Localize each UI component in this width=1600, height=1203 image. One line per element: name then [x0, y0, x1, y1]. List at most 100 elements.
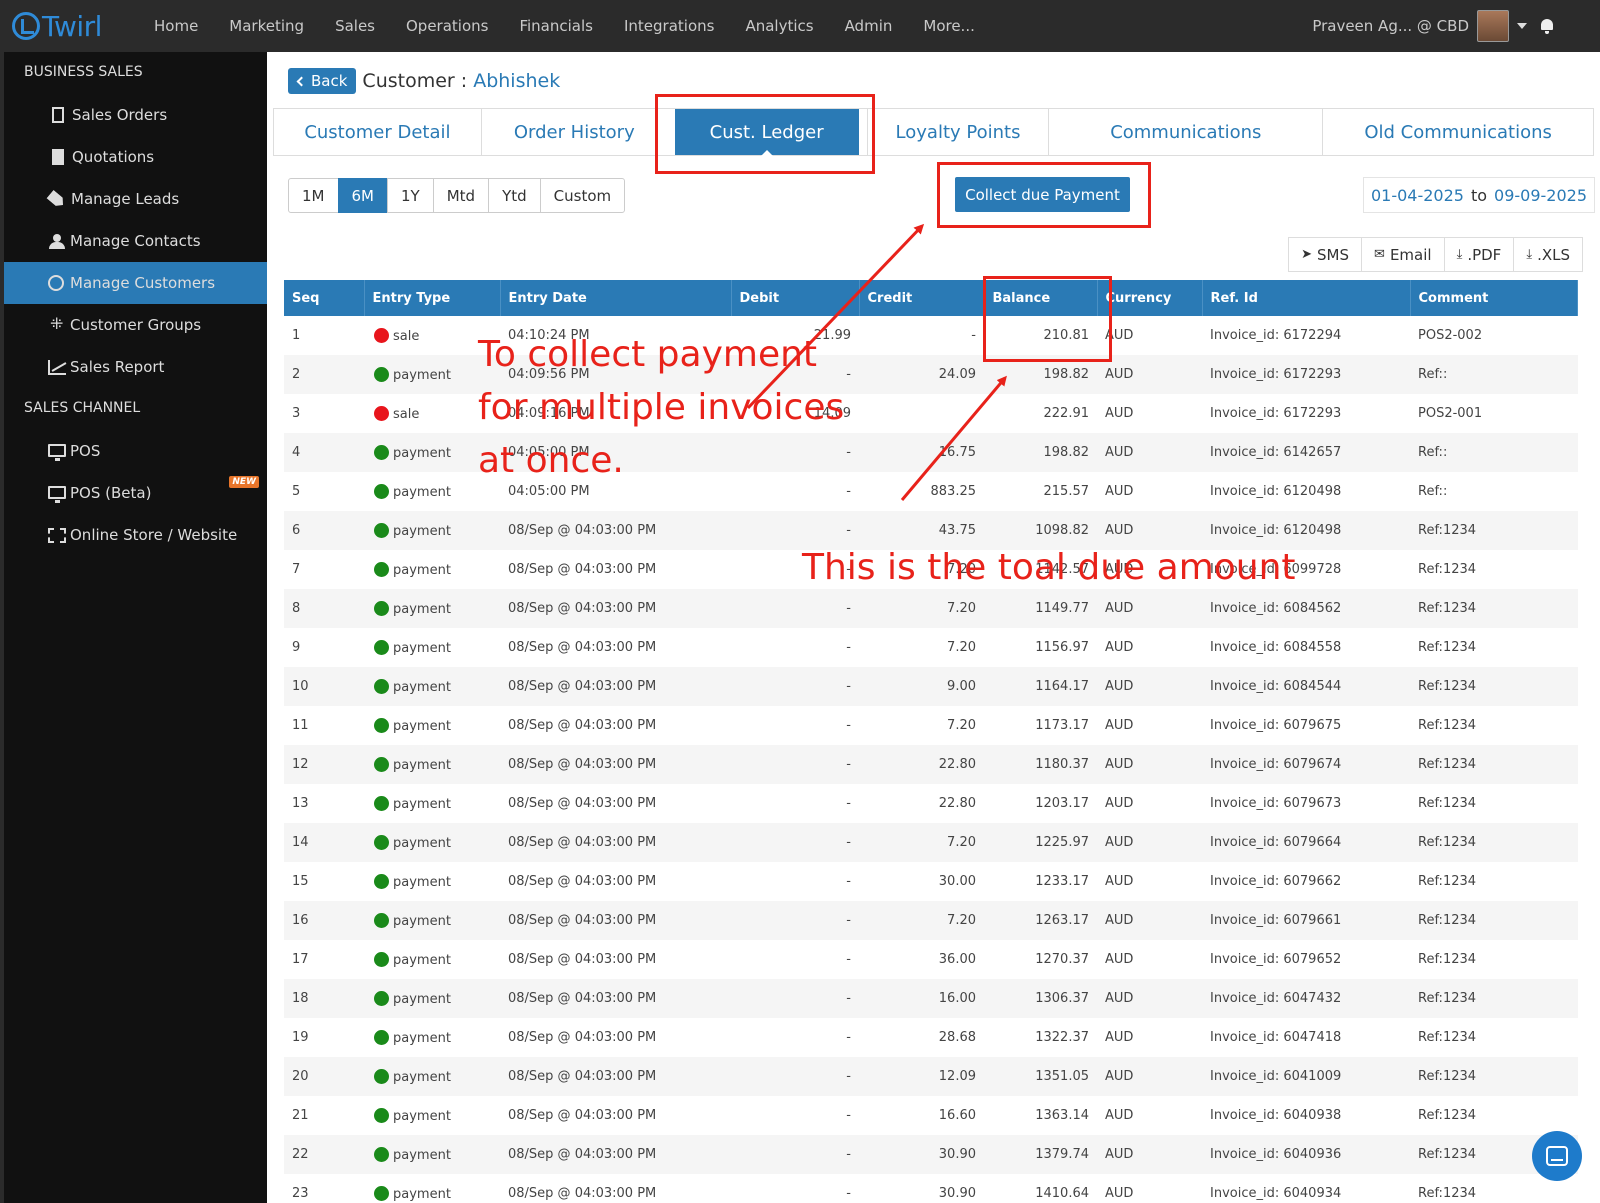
range-custom[interactable]: Custom	[539, 178, 626, 213]
table-row[interactable]: 16 payment 08/Sep @ 04:03:00 PM - 7.20 1263.1…	[284, 901, 1578, 940]
email-button[interactable]: ✉ Email	[1361, 237, 1445, 272]
nav-more[interactable]: More...	[923, 17, 975, 35]
range-1y[interactable]: 1Y	[387, 178, 434, 213]
nav-analytics[interactable]: Analytics	[745, 17, 813, 35]
table-row[interactable]: 13 payment 08/Sep @ 04:03:00 PM - 22.80 1203.…	[284, 784, 1578, 823]
cell-text: 12.09	[938, 1069, 976, 1084]
date-to[interactable]: 09-09-2025	[1494, 186, 1587, 205]
sidebar-item-manage-contacts[interactable]: Manage Contacts	[4, 220, 267, 262]
sidebar-item-pos[interactable]: POS	[4, 430, 267, 472]
main-nav: Home Marketing Sales Operations Financia…	[154, 17, 1006, 35]
table-row[interactable]: 22 payment 08/Sep @ 04:03:00 PM - 30.90 1379.…	[284, 1135, 1578, 1174]
nav-marketing[interactable]: Marketing	[229, 17, 304, 35]
table-row[interactable]: 19 payment 08/Sep @ 04:03:00 PM - 28.68 1322.…	[284, 1018, 1578, 1057]
sidebar-item-manage-customers[interactable]: Manage Customers	[4, 262, 267, 304]
cell-seq: 20	[284, 1057, 364, 1096]
cell-text: AUD	[1105, 1186, 1134, 1201]
nav-financials[interactable]: Financials	[519, 17, 593, 35]
col-credit[interactable]: Credit	[859, 280, 985, 316]
cell-currency: AUD	[1097, 589, 1202, 628]
col-currency[interactable]: Currency	[1097, 280, 1203, 316]
cell-text: payment	[393, 835, 451, 851]
cell-text: -	[846, 601, 851, 616]
cell-text: 1322.37	[1035, 1030, 1089, 1045]
cell-balance: 1410.64	[984, 1174, 1097, 1203]
tab-order-history[interactable]: Order History	[482, 109, 667, 155]
sidebar-item-online-store[interactable]: Online Store / Website	[4, 514, 267, 556]
table-row[interactable]: 20 payment 08/Sep @ 04:03:00 PM - 12.09 1351.…	[284, 1057, 1578, 1096]
table-row[interactable]: 23 payment 08/Sep @ 04:03:00 PM - 30.90 1410.…	[284, 1174, 1578, 1203]
sidebar-item-manage-leads[interactable]: Manage Leads	[4, 178, 267, 220]
col-entry-date[interactable]: Entry Date	[500, 280, 732, 316]
cell-balance: 1203.17	[984, 784, 1097, 823]
tab-old-communications[interactable]: Old Communications	[1323, 109, 1593, 155]
tab-communications[interactable]: Communications	[1049, 109, 1324, 155]
col-seq[interactable]: Seq	[284, 280, 365, 316]
cell-text: 16.75	[938, 445, 976, 460]
cell-text: payment	[393, 640, 451, 656]
cell-text: Invoice_id: 6040938	[1210, 1108, 1342, 1123]
cell-text: 08/Sep @ 04:03:00 PM	[508, 601, 657, 616]
cell-text: Invoice_id: 6079674	[1210, 757, 1342, 772]
cell-text: payment	[393, 991, 451, 1007]
table-row[interactable]: 8 payment 08/Sep @ 04:03:00 PM - 7.20 1149.77…	[284, 589, 1578, 628]
range-ytd[interactable]: Ytd	[488, 178, 541, 213]
user-name[interactable]: Praveen Ag... @ CBD	[1312, 17, 1469, 35]
nav-sales[interactable]: Sales	[335, 17, 375, 35]
col-entry-type[interactable]: Entry Type	[364, 280, 501, 316]
cell-entry-date: 08/Sep @ 04:03:00 PM	[500, 1057, 731, 1096]
sidebar-item-customer-groups[interactable]: Customer Groups	[4, 304, 267, 346]
sidebar-item-sales-report[interactable]: Sales Report	[4, 346, 267, 388]
table-row[interactable]: 9 payment 08/Sep @ 04:03:00 PM - 7.20 1156.97…	[284, 628, 1578, 667]
back-button[interactable]: Back	[288, 68, 357, 94]
app-logo[interactable]: Twirl	[12, 10, 132, 43]
bell-icon[interactable]	[1539, 17, 1555, 35]
chevron-down-icon[interactable]	[1517, 23, 1527, 29]
table-row[interactable]: 14 payment 08/Sep @ 04:03:00 PM - 7.20 1225.9…	[284, 823, 1578, 862]
range-mtd[interactable]: Mtd	[432, 178, 490, 213]
range-6m[interactable]: 6M	[337, 178, 388, 213]
range-1m[interactable]: 1M	[288, 178, 339, 213]
cell-comment: Ref:1234	[1410, 1018, 1578, 1057]
table-row[interactable]: 17 payment 08/Sep @ 04:03:00 PM - 36.00 1270.…	[284, 940, 1578, 979]
table-row[interactable]: 18 payment 08/Sep @ 04:03:00 PM - 16.00 1306.…	[284, 979, 1578, 1018]
col-debit[interactable]: Debit	[731, 280, 860, 316]
cell-text: -	[846, 796, 851, 811]
cell-text: AUD	[1105, 991, 1134, 1006]
chat-button[interactable]	[1532, 1131, 1582, 1181]
pdf-button[interactable]: ⤓ .PDF	[1443, 237, 1515, 272]
cell-text: Invoice_id: 6047432	[1210, 991, 1342, 1006]
table-row[interactable]: 15 payment 08/Sep @ 04:03:00 PM - 30.00 1233.…	[284, 862, 1578, 901]
sidebar-item-sales-orders[interactable]: Sales Orders	[4, 94, 267, 136]
avatar[interactable]	[1477, 10, 1509, 42]
cell-ref-id: Invoice_id: 6079662	[1202, 862, 1410, 901]
cell-credit: 7.20	[859, 589, 984, 628]
cell-entry-date: 08/Sep @ 04:03:00 PM	[500, 706, 731, 745]
table-row[interactable]: 11 payment 08/Sep @ 04:03:00 PM - 7.20 1173.1…	[284, 706, 1578, 745]
col-ref-id[interactable]: Ref. Id	[1202, 280, 1411, 316]
cell-text: Invoice_id: 6079673	[1210, 796, 1342, 811]
sidebar-item-quotations[interactable]: Quotations	[4, 136, 267, 178]
xls-button[interactable]: ⤓ .XLS	[1513, 237, 1583, 272]
tab-loyalty-points[interactable]: Loyalty Points	[866, 109, 1050, 155]
nav-home[interactable]: Home	[154, 17, 198, 35]
payment-status-dot-icon	[374, 1107, 389, 1123]
col-comment[interactable]: Comment	[1410, 280, 1578, 316]
cell-ref-id: Invoice_id: 6040934	[1202, 1174, 1410, 1203]
nav-operations[interactable]: Operations	[406, 17, 488, 35]
date-range-picker[interactable]: 01-04-2025 to 09-09-2025	[1362, 177, 1595, 213]
cell-text: 8	[292, 601, 301, 616]
sidebar-item-pos-beta[interactable]: POS (Beta) NEW	[4, 472, 267, 514]
nav-integrations[interactable]: Integrations	[624, 17, 714, 35]
cell-text: Invoice_id: 6079664	[1210, 835, 1342, 850]
nav-admin[interactable]: Admin	[845, 17, 893, 35]
table-row[interactable]: 10 payment 08/Sep @ 04:03:00 PM - 9.00 1164.1…	[284, 667, 1578, 706]
table-row[interactable]: 12 payment 08/Sep @ 04:03:00 PM - 22.80 1180.…	[284, 745, 1578, 784]
sidebar-item-label: Online Store / Website	[70, 526, 238, 544]
date-from[interactable]: 01-04-2025	[1371, 186, 1464, 205]
tab-customer-detail[interactable]: Customer Detail	[274, 109, 482, 155]
cell-text: 22	[292, 1147, 309, 1162]
cell-text: 08/Sep @ 04:03:00 PM	[508, 835, 657, 850]
sms-button[interactable]: ➤ SMS	[1288, 237, 1363, 272]
table-row[interactable]: 21 payment 08/Sep @ 04:03:00 PM - 16.60 1363.…	[284, 1096, 1578, 1135]
